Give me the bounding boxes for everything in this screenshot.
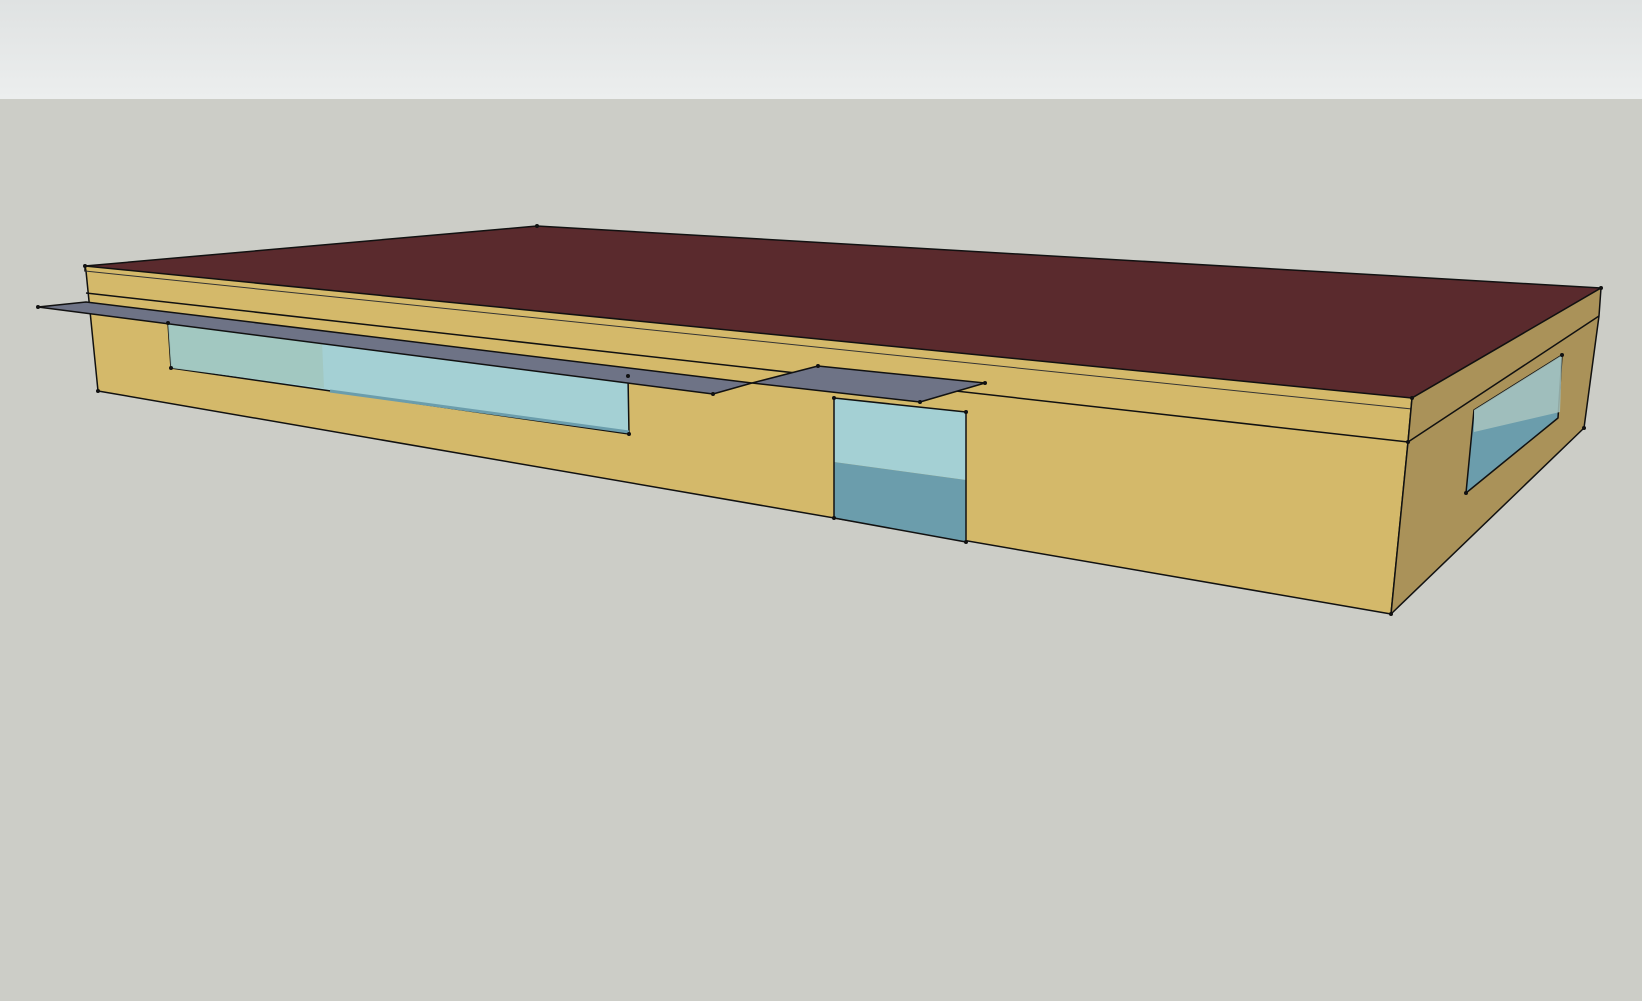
sky xyxy=(0,0,1642,99)
sketchup-viewport[interactable] xyxy=(0,0,1642,1001)
3d-model-canvas[interactable] xyxy=(0,0,1642,1001)
